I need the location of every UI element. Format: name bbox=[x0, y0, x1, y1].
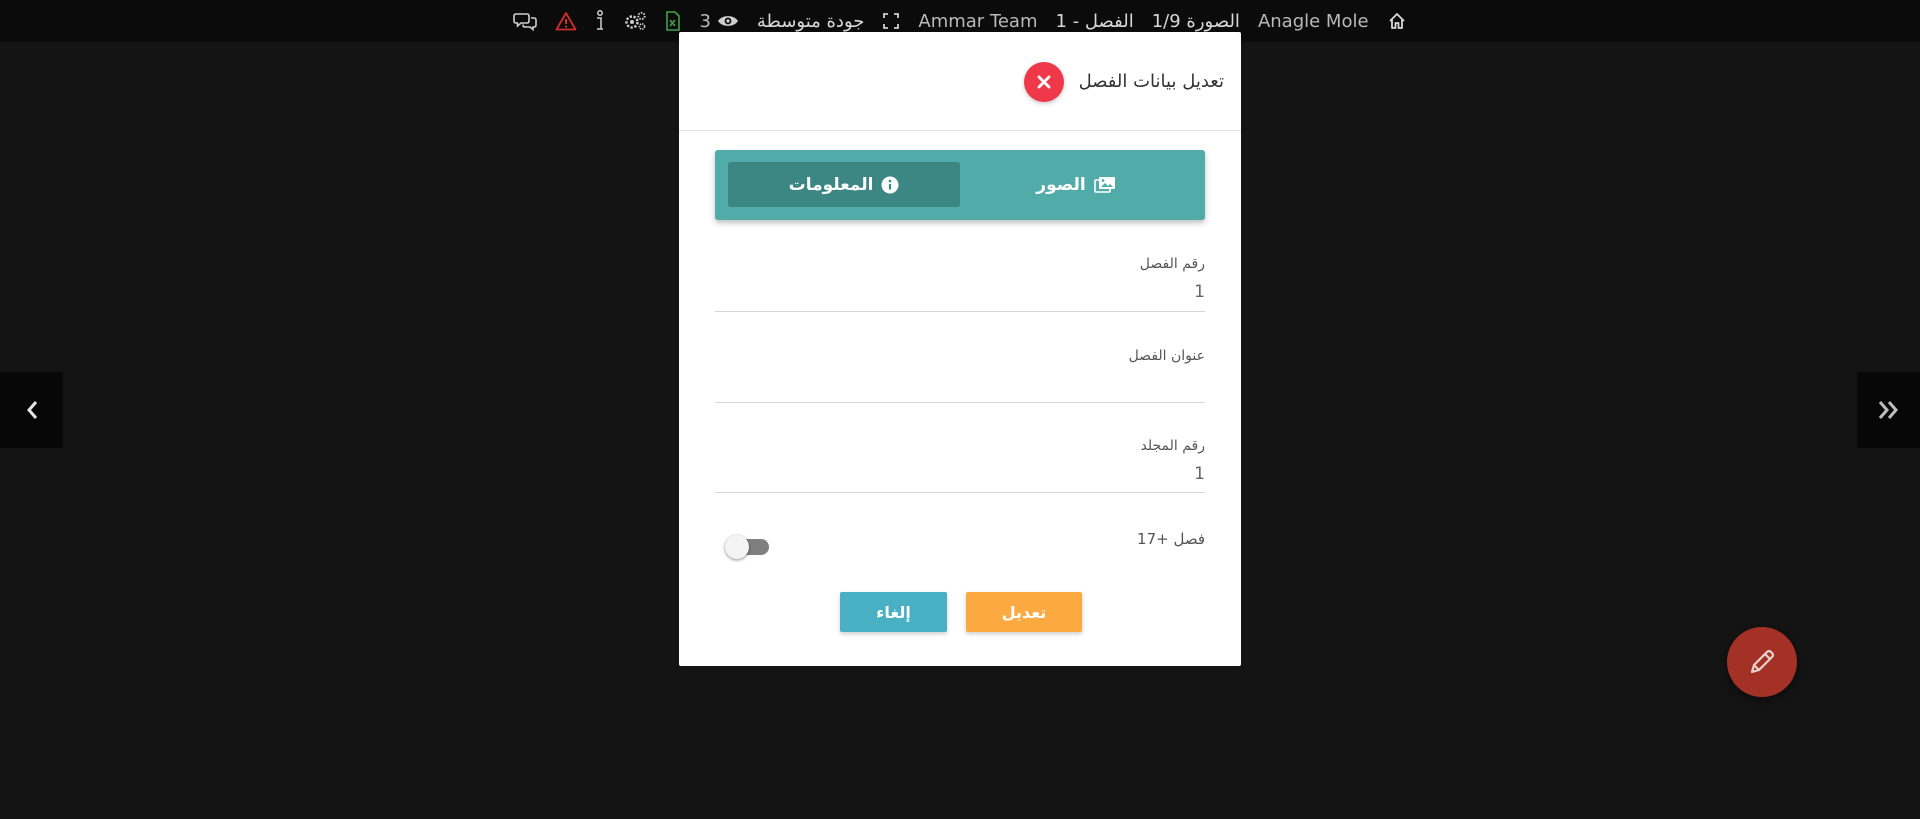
modal-header: تعديل بيانات الفصل bbox=[679, 32, 1241, 131]
tab-info-label: المعلومات bbox=[788, 174, 874, 195]
image-counter[interactable]: الصورة 1/9 bbox=[1152, 11, 1240, 32]
pencil-icon bbox=[1750, 649, 1775, 674]
chapter-number-input[interactable]: 1 bbox=[1194, 282, 1205, 302]
close-button[interactable] bbox=[1024, 62, 1064, 102]
manga-title[interactable]: Anagle Mole bbox=[1258, 11, 1369, 32]
adult-chapter-row: فصل +17 bbox=[715, 530, 1205, 570]
fullscreen-icon bbox=[883, 13, 900, 29]
adult-chapter-label: فصل +17 bbox=[1137, 530, 1205, 548]
modal-tabs: الصور المعلومات bbox=[715, 150, 1205, 220]
next-chapter-button[interactable] bbox=[1857, 372, 1920, 448]
modal-title: تعديل بيانات الفصل bbox=[1078, 71, 1224, 92]
previous-page-button[interactable] bbox=[0, 372, 63, 448]
chapter-number-label: رقم الفصل bbox=[1139, 256, 1205, 272]
cancel-button[interactable]: إلغاء bbox=[840, 592, 947, 632]
images-icon bbox=[1093, 176, 1115, 193]
views-count: 3 bbox=[699, 10, 711, 32]
close-icon bbox=[1037, 75, 1051, 89]
chapter-title-field[interactable]: عنوان الفصل bbox=[715, 348, 1205, 403]
warning-icon bbox=[556, 12, 577, 31]
toggle-knob bbox=[725, 535, 749, 559]
comments-button[interactable] bbox=[513, 11, 538, 31]
tab-images-label: الصور bbox=[1036, 174, 1086, 195]
eye-icon bbox=[717, 16, 738, 26]
edit-fab-button[interactable] bbox=[1727, 627, 1797, 697]
tab-info[interactable]: المعلومات bbox=[728, 162, 960, 207]
edit-chapter-modal: تعديل بيانات الفصل الصور المعلومات رقم ا… bbox=[679, 32, 1241, 666]
chapter-selector[interactable]: الفصل - 1 bbox=[1055, 11, 1133, 32]
cogs-icon bbox=[625, 11, 647, 30]
fullscreen-button[interactable] bbox=[882, 12, 900, 30]
home-button[interactable] bbox=[1387, 11, 1407, 31]
excel-button[interactable] bbox=[665, 11, 681, 31]
report-button[interactable] bbox=[555, 11, 577, 31]
home-icon bbox=[1388, 13, 1405, 29]
adult-chapter-toggle[interactable] bbox=[725, 535, 769, 559]
team-name[interactable]: Ammar Team bbox=[918, 11, 1037, 32]
chevron-left-icon bbox=[26, 401, 37, 419]
tab-images[interactable]: الصور bbox=[960, 162, 1192, 207]
comments-icon bbox=[513, 13, 538, 31]
volume-number-field[interactable]: رقم المجلد 1 bbox=[715, 438, 1205, 493]
edit-button[interactable]: تعديل bbox=[966, 592, 1082, 632]
quality-selector[interactable]: جودة متوسطة bbox=[757, 11, 864, 32]
chapter-title-label: عنوان الفصل bbox=[1128, 348, 1205, 364]
views-counter: 3 bbox=[699, 11, 738, 32]
settings-button[interactable] bbox=[623, 11, 647, 31]
excel-file-icon bbox=[666, 11, 681, 31]
chapter-number-field[interactable]: رقم الفصل 1 bbox=[715, 256, 1205, 312]
double-chevron-right-icon bbox=[1878, 401, 1898, 419]
volume-number-input[interactable]: 1 bbox=[1194, 464, 1205, 484]
info-circle-icon bbox=[881, 176, 899, 193]
info-icon bbox=[597, 10, 604, 30]
volume-number-label: رقم المجلد bbox=[1140, 438, 1206, 454]
info-button[interactable] bbox=[595, 10, 605, 32]
